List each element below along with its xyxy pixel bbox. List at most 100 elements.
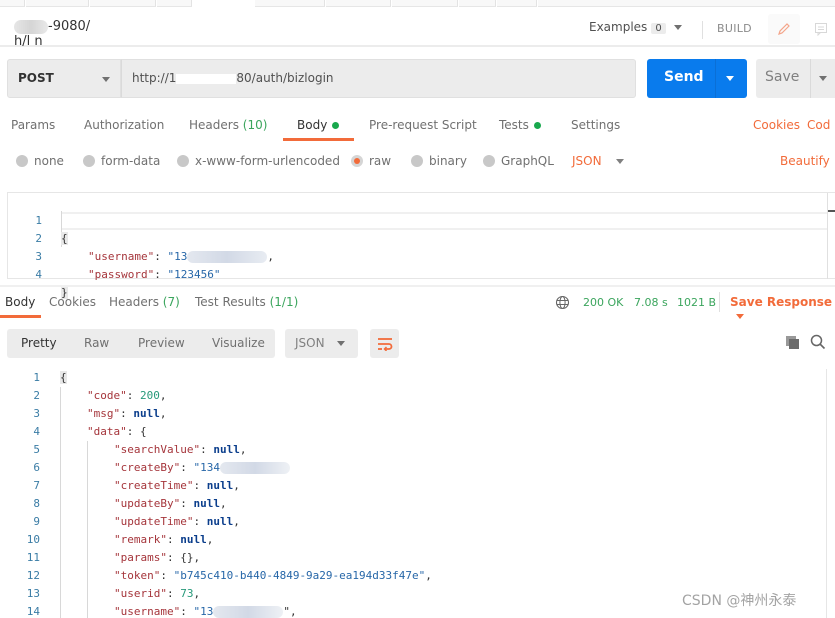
tab-pre-request-script[interactable]: Pre-request Script — [369, 118, 477, 132]
request-tab[interactable] — [26, 0, 89, 7]
request-tab[interactable] — [326, 0, 391, 7]
body-format-select[interactable]: JSON — [572, 154, 624, 168]
test-results-count: (1/1) — [269, 295, 299, 309]
request-tab[interactable] — [459, 0, 496, 7]
tab-label: Pre-request Script — [369, 118, 477, 132]
json-key: "createBy" — [114, 461, 181, 474]
view-raw[interactable]: Raw — [84, 336, 109, 350]
line-number: 11 — [26, 551, 40, 564]
code-line: 3 "msg": null, — [0, 405, 820, 423]
json-null: null — [133, 407, 160, 420]
radio-graphql[interactable]: GraphQL — [483, 154, 554, 168]
code-line: 2 "code": 200, — [0, 387, 820, 405]
json-punctuation: { — [140, 425, 147, 438]
tab-label: Body — [297, 118, 328, 132]
save-response-button[interactable]: Save Response — [730, 295, 835, 323]
brace: { — [60, 371, 67, 384]
radio-none[interactable]: none — [16, 154, 64, 168]
radio-x-www-form-urlencoded[interactable]: x-www-form-urlencoded — [177, 154, 340, 168]
tab-label: Authorization — [84, 118, 165, 132]
send-button[interactable]: Send — [647, 59, 747, 98]
tab-label: Cookies — [49, 295, 96, 309]
request-tab[interactable] — [392, 0, 458, 7]
method-label: POST — [18, 71, 54, 85]
redacted-mask — [176, 73, 237, 84]
response-tab-test-results[interactable]: Test Results (1/1) — [195, 295, 298, 309]
request-tab[interactable] — [255, 0, 325, 7]
json-key: "updateTime" — [114, 515, 194, 528]
request-body-editor[interactable]: 1 { 2 "username": "13, 3 "password": "12… — [7, 192, 835, 299]
view-preview[interactable]: Preview — [138, 336, 185, 350]
scrollbar-thumb[interactable] — [828, 210, 835, 212]
editor-scrollbar[interactable] — [827, 193, 828, 279]
request-tab[interactable] — [90, 0, 156, 7]
tab-params[interactable]: Params — [11, 118, 55, 132]
json-key: "updateBy" — [114, 497, 181, 510]
line-text: "updateTime": null, — [114, 515, 240, 528]
save-button[interactable]: Save — [756, 59, 835, 98]
search-icon[interactable] — [810, 334, 826, 350]
response-tab-cookies[interactable]: Cookies — [49, 295, 96, 309]
radio-label: GraphQL — [501, 154, 554, 168]
save-options-chevron-icon[interactable] — [819, 76, 827, 81]
line-text: "createBy": "134 — [114, 459, 290, 477]
tab-authorization[interactable]: Authorization — [84, 118, 164, 132]
send-label: Send — [664, 69, 704, 85]
method-select[interactable]: POST — [7, 59, 121, 98]
request-tab[interactable] — [497, 0, 537, 7]
line-number: 9 — [33, 515, 40, 528]
view-visualize[interactable]: Visualize — [212, 336, 265, 350]
tab-tests[interactable]: Tests — [499, 118, 541, 132]
request-tab[interactable] — [157, 0, 192, 7]
radio-circle-icon — [483, 155, 495, 167]
json-string: "13 — [193, 605, 214, 618]
response-scrollbar[interactable] — [826, 369, 827, 618]
code-line: 5 "searchValue": null, — [0, 441, 820, 459]
json-punctuation: , — [193, 587, 201, 600]
code-link[interactable]: Cod — [807, 118, 830, 132]
request-name[interactable]: -9080/ h/l n — [14, 19, 93, 49]
code-line: 12 "token": "b745c410-b440-4849-9a29-ea19… — [0, 567, 820, 585]
json-punctuation: , — [193, 551, 201, 564]
cookies-link[interactable]: Cookies — [753, 118, 800, 132]
code-line: 6 "createBy": "134 — [0, 459, 820, 477]
url-input[interactable]: http://1 80/auth/bizlogin — [121, 59, 636, 98]
view-pretty[interactable]: Pretty — [21, 336, 57, 350]
tab-label: Headers — [109, 295, 159, 309]
response-tab-body[interactable]: Body — [5, 295, 35, 309]
headers-count: (10) — [242, 118, 268, 132]
tab-body[interactable]: Body — [297, 118, 340, 132]
tab-headers[interactable]: Headers (10) — [189, 118, 267, 132]
chevron-down-icon — [337, 341, 345, 346]
response-format-select[interactable]: JSON — [285, 329, 358, 358]
radio-binary[interactable]: binary — [411, 154, 467, 168]
response-size[interactable]: 1021 B — [677, 296, 716, 309]
json-key: "msg" — [87, 407, 121, 420]
examples-dropdown[interactable]: Examples 0 — [589, 20, 682, 34]
response-time[interactable]: 7.08 s — [634, 296, 668, 309]
line-number: 14 — [26, 605, 40, 618]
code-line: 11 "params": {}, — [0, 549, 820, 567]
divider — [810, 59, 811, 98]
tab-label: Test Results — [195, 295, 266, 309]
line-text: "data": { — [87, 425, 147, 438]
code-line: 4 "data": { — [0, 423, 820, 441]
response-body-viewer[interactable]: 1{2 "code": 200, 3 "msg": null, 4 "data": {5 "… — [0, 369, 835, 618]
send-options-chevron-icon[interactable] — [726, 76, 734, 81]
status-code[interactable]: 200 OK — [583, 296, 623, 309]
build-button[interactable]: BUILD — [717, 22, 752, 35]
beautify-link[interactable]: Beautify — [780, 154, 830, 168]
edit-button[interactable] — [768, 14, 800, 44]
radio-form-data[interactable]: form-data — [83, 154, 160, 168]
wrap-lines-button[interactable] — [370, 329, 399, 358]
response-tab-headers[interactable]: Headers (7) — [109, 295, 180, 309]
radio-raw[interactable]: raw — [351, 154, 391, 168]
globe-icon[interactable] — [555, 295, 570, 310]
save-response-label: Save Response — [730, 295, 833, 309]
tab-settings[interactable]: Settings — [571, 118, 620, 132]
examples-label: Examples — [589, 20, 648, 34]
comments-button[interactable] — [807, 14, 835, 44]
request-tab[interactable] — [0, 0, 25, 7]
copy-icon[interactable] — [785, 335, 800, 350]
line-number: 8 — [33, 497, 40, 510]
